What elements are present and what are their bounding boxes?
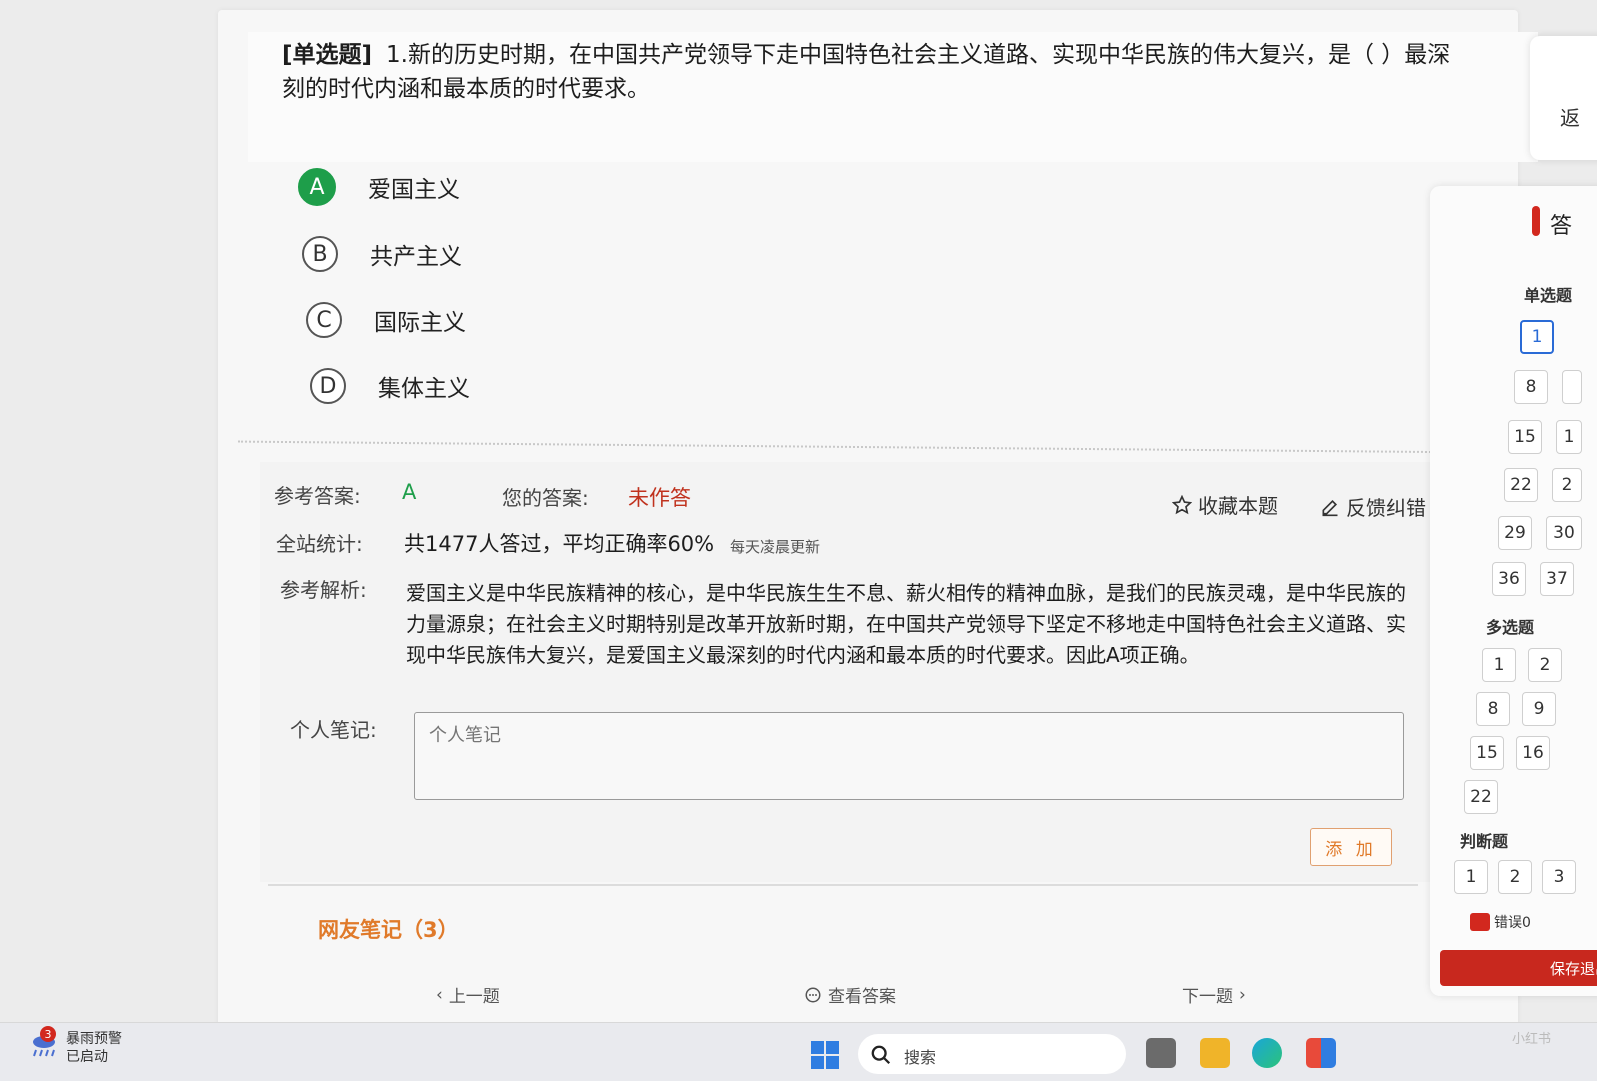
q-multi-22[interactable]: 22 [1464,780,1498,814]
next-label: 下一题 [1182,987,1233,1007]
wrong-count-label: 错误0 [1494,915,1531,931]
return-label: 返 [1560,106,1580,130]
answer-sheet-title: 答 [1550,214,1573,239]
file-app-icon[interactable] [1146,1038,1176,1068]
taskbar-search[interactable]: 搜索 [858,1034,1126,1074]
save-exit-label: 保存退出 [1549,959,1597,978]
option-d-text: 集体主义 [378,376,470,402]
option-c-letter: C [306,302,342,338]
wrong-color-swatch [1470,913,1490,931]
chevron-right-icon: › [1239,984,1246,1005]
q-single-30[interactable]: 30 [1546,516,1582,550]
taskbar [0,1022,1597,1081]
q-single-16[interactable]: 1 [1556,420,1582,454]
weather-alert-badge: 3 [40,1026,56,1042]
option-a-letter: A [298,168,336,206]
ref-answer-value: A [402,480,417,504]
prev-question-button[interactable]: ‹ 上一题 [436,982,500,1008]
option-a[interactable]: A 爱国主义 [298,168,460,206]
weather-widget[interactable]: 3 暴雨预警 已启动 [30,1026,150,1066]
search-label: 搜索 [904,1048,937,1067]
notes-divider [268,884,1418,886]
question-stem: 1.新的历史时期，在中国共产党领导下走中国特色社会主义道路、实现中华民族的伟大复… [282,42,1451,102]
option-b[interactable]: B 共产主义 [302,236,462,272]
q-single-37[interactable]: 37 [1540,562,1574,596]
your-answer-value: 未作答 [628,486,691,510]
wrong-count-indicator: 错误0 [1470,912,1531,932]
q-single-36[interactable]: 36 [1492,562,1526,596]
q-single-15[interactable]: 15 [1508,420,1542,454]
weather-alert-status: 已启动 [66,1049,108,1065]
chevron-left-icon: ‹ [436,984,443,1005]
question-type-label: [单选题] [282,42,373,68]
netizen-notes-tab[interactable]: 网友笔记（3） [318,914,459,944]
personal-note-input[interactable] [414,712,1404,800]
q-single-8[interactable]: 8 [1514,370,1548,404]
star-icon [1172,494,1192,514]
next-question-button[interactable]: 下一题 › [1182,982,1246,1008]
feedback-button[interactable]: 反馈纠错 [1320,492,1426,521]
q-multi-8[interactable]: 8 [1476,692,1510,726]
edge-browser-icon[interactable] [1252,1038,1282,1068]
stats-value: 共1477人答过，平均正确率60% [404,532,715,556]
q-single-23[interactable]: 2 [1552,468,1582,502]
stats-update-note: 每天凌晨更新 [730,538,821,556]
note-label: 个人笔记: [290,718,377,742]
your-answer-label: 您的答案: [502,486,589,510]
q-single-29[interactable]: 29 [1498,516,1532,550]
view-answer-button[interactable]: 查看答案 [804,982,896,1007]
q-tf-3[interactable]: 3 [1542,860,1576,894]
search-icon [871,1045,891,1065]
weather-alert-title: 暴雨预警 [66,1031,122,1047]
stats-label: 全站统计: [276,532,363,556]
q-tf-2[interactable]: 2 [1498,860,1532,894]
option-c[interactable]: C 国际主义 [306,302,466,338]
analysis-label: 参考解析: [280,578,367,602]
ref-answer-label: 参考答案: [274,484,361,508]
option-c-text: 国际主义 [374,310,466,336]
answer-area [260,462,1470,882]
q-single-22[interactable]: 22 [1504,468,1538,502]
q-single-9[interactable] [1562,370,1582,404]
q-multi-1[interactable]: 1 [1482,648,1516,682]
q-multi-9[interactable]: 9 [1522,692,1556,726]
option-d-letter: D [310,368,346,404]
add-note-button[interactable]: 添 加 [1310,828,1392,866]
q-multi-16[interactable]: 16 [1516,736,1550,770]
q-multi-15[interactable]: 15 [1470,736,1504,770]
option-a-text: 爱国主义 [368,177,460,203]
prev-label: 上一题 [448,987,500,1007]
analysis-text: 爱国主义是中华民族精神的核心，是中华民族生生不息、薪火相传的精神血脉，是我们的民… [406,581,1406,667]
feedback-label: 反馈纠错 [1346,496,1426,520]
chat-bubble-icon [805,987,821,1002]
favorite-button[interactable]: 收藏本题 [1172,490,1278,519]
q-multi-2[interactable]: 2 [1528,648,1562,682]
question-text-block: [单选题] 1.新的历史时期，在中国共产党领导下走中国特色社会主义道路、实现中华民… [282,38,1462,106]
return-button[interactable]: 返 [1530,36,1597,160]
option-d[interactable]: D 集体主义 [310,368,470,404]
panel-accent-bar [1532,206,1540,236]
option-b-letter: B [302,236,338,272]
folder-icon[interactable] [1200,1038,1230,1068]
section-multi-choice: 多选题 [1486,618,1535,637]
save-exit-button[interactable]: 保存退出 [1440,950,1597,986]
section-true-false: 判断题 [1460,832,1509,851]
view-answer-label: 查看答案 [828,987,896,1007]
store-icon[interactable] [1306,1038,1336,1068]
favorite-label: 收藏本题 [1198,494,1278,518]
option-b-text: 共产主义 [370,244,462,270]
pencil-icon [1322,499,1338,516]
q-tf-1[interactable]: 1 [1454,860,1488,894]
watermark: 小红书 [1512,1032,1552,1047]
section-single-choice: 单选题 [1524,286,1573,305]
q-single-1[interactable]: 1 [1520,320,1554,354]
windows-start-icon[interactable] [810,1040,840,1070]
